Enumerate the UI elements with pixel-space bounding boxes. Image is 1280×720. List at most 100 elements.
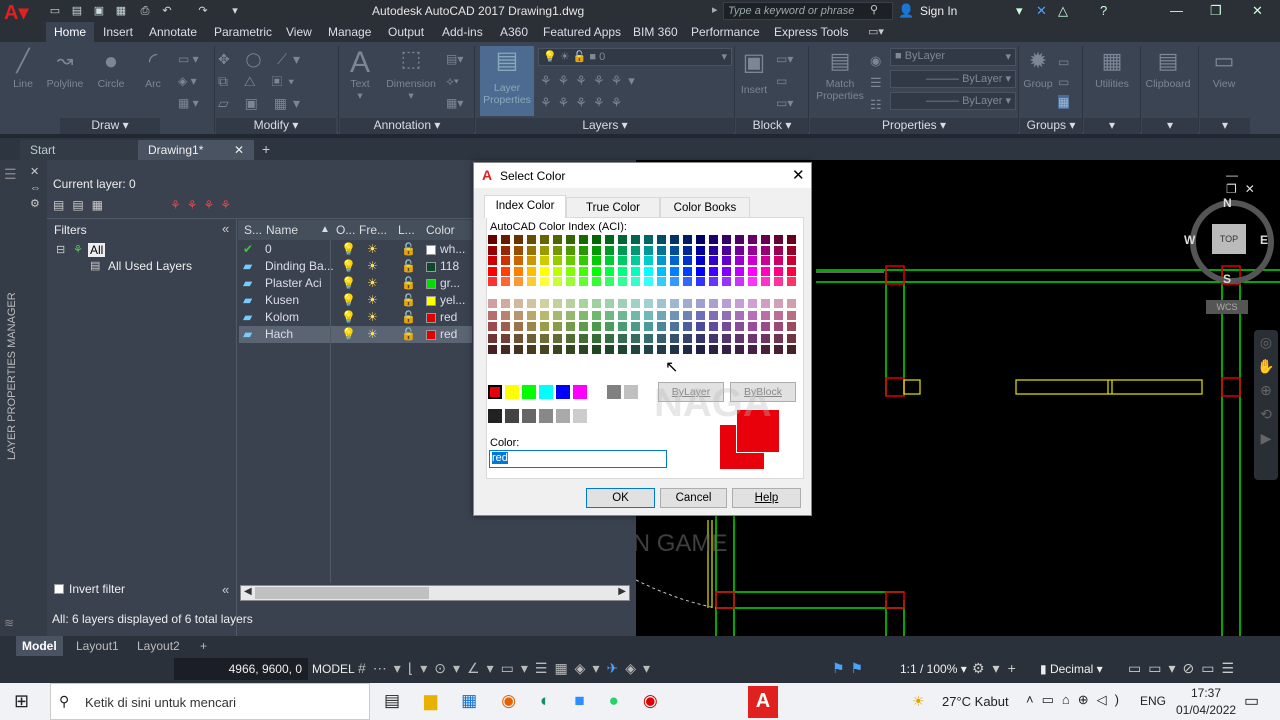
text-button[interactable]: A Text ▾: [340, 46, 380, 102]
aci-color-cell[interactable]: [514, 345, 523, 354]
sign-in-link[interactable]: Sign In: [920, 4, 957, 18]
match-properties-button[interactable]: ▤ Match Properties: [812, 48, 868, 102]
help-icon[interactable]: ?: [1100, 3, 1107, 18]
aci-color-cell[interactable]: [774, 345, 783, 354]
aci-color-cell[interactable]: [722, 299, 731, 308]
on-icon[interactable]: 💡: [341, 309, 356, 326]
tab-index-color[interactable]: Index Color: [484, 195, 566, 218]
viewcube-south[interactable]: S: [1223, 272, 1231, 286]
panel-groups-label[interactable]: Groups ▾: [1020, 118, 1082, 134]
ok-button[interactable]: OK: [586, 488, 655, 508]
tab-view[interactable]: View: [278, 22, 320, 42]
aci-color-cell[interactable]: [566, 345, 575, 354]
aci-color-cell[interactable]: [748, 322, 757, 331]
annotation-scale-icons[interactable]: ⚑⚑: [832, 660, 869, 677]
navigation-bar[interactable]: ◎ ✋ ⊕ ⟲ ▶: [1254, 330, 1278, 480]
palette-menu-icon[interactable]: ☰: [4, 166, 17, 183]
aci-color-cell[interactable]: [592, 333, 601, 343]
tab-featured-apps[interactable]: Featured Apps: [535, 22, 629, 42]
layer-row[interactable]: ▰ Kolom 💡 ☀ 🔓 red: [239, 309, 472, 326]
ribbon-options-icon[interactable]: ▭▾: [868, 25, 884, 38]
aci-color-cell[interactable]: [722, 235, 731, 244]
new-layout-button[interactable]: +: [194, 636, 213, 656]
aci-color-cell[interactable]: [761, 299, 770, 308]
close-icon[interactable]: ✕: [1252, 3, 1263, 19]
panel-view-label[interactable]: ▾: [1200, 118, 1250, 134]
aci-color-cell[interactable]: [657, 310, 666, 320]
taskbar-search[interactable]: ⚲ Ketik di sini untuk mencari: [50, 683, 370, 720]
aci-color-cell[interactable]: [527, 310, 536, 320]
scroll-left-icon[interactable]: ◀: [244, 586, 252, 597]
draw-small-tools[interactable]: ▭ ▾ ◈ ▾ ▦ ▾: [178, 48, 199, 114]
aci-color-cell[interactable]: [774, 245, 783, 255]
language-indicator[interactable]: ENG: [1140, 694, 1166, 708]
color-dropdown[interactable]: ■ ByLayer ▾: [890, 48, 1016, 66]
panel-properties-label[interactable]: Properties ▾: [810, 118, 1018, 134]
aci-color-cell[interactable]: [748, 235, 757, 244]
aci-color-cell[interactable]: [670, 256, 679, 265]
aci-color-cell[interactable]: [761, 245, 770, 255]
aci-color-cell[interactable]: [774, 333, 783, 343]
aci-color-cell[interactable]: [761, 277, 770, 286]
layer-color[interactable]: gr...: [426, 275, 460, 292]
group-small-tools[interactable]: ▭ ▭ ▦: [1058, 52, 1070, 112]
thaw-icon[interactable]: ☀: [367, 309, 378, 326]
aci-color-cell[interactable]: [566, 266, 575, 276]
layer-small-tools[interactable]: ⚘⚘⚘⚘⚘▾ ⚘⚘⚘⚘⚘: [540, 70, 641, 114]
aci-color-cell[interactable]: [605, 299, 614, 308]
autocad-taskbar-icon[interactable]: A: [748, 686, 778, 718]
dimension-button[interactable]: ⬚ Dimension ▾: [380, 46, 442, 102]
aci-color-cell[interactable]: [540, 235, 549, 244]
aci-color-cell[interactable]: [644, 277, 653, 286]
aci-color-cell[interactable]: [644, 299, 653, 308]
panel-annotation-label[interactable]: Annotation ▾: [340, 118, 474, 134]
view-button[interactable]: ▭ View: [1202, 48, 1246, 90]
standard-color-cell[interactable]: [505, 385, 519, 399]
aci-color-cell[interactable]: [631, 299, 640, 308]
aci-color-cell[interactable]: [579, 245, 588, 255]
layer-row[interactable]: ▰ Kusen 💡 ☀ 🔓 yel...: [239, 292, 472, 309]
aci-color-cell[interactable]: [670, 235, 679, 244]
aci-color-cell[interactable]: [735, 299, 744, 308]
tab-layout2[interactable]: Layout2: [131, 636, 186, 656]
aci-color-cell[interactable]: [540, 310, 549, 320]
alert-icon[interactable]: △: [1058, 3, 1068, 19]
aci-color-cell[interactable]: [527, 345, 536, 354]
aci-color-cell[interactable]: [735, 345, 744, 354]
aci-color-cell[interactable]: [618, 322, 627, 331]
gray-color-cell[interactable]: [556, 409, 570, 423]
aci-color-cell[interactable]: [670, 310, 679, 320]
palette-controls[interactable]: ✕ ⇔ ⚙: [30, 164, 41, 212]
on-icon[interactable]: 💡: [341, 258, 356, 275]
aci-color-cell[interactable]: [501, 345, 510, 354]
aci-color-cell[interactable]: [605, 277, 614, 286]
aci-color-cell[interactable]: [644, 266, 653, 276]
aci-color-cell[interactable]: [592, 299, 601, 308]
aci-color-cell[interactable]: [657, 333, 666, 343]
panel-block-label[interactable]: Block ▾: [736, 118, 808, 134]
aci-color-cell[interactable]: [540, 277, 549, 286]
layer-color[interactable]: red: [426, 326, 457, 343]
undo-icon[interactable]: ↶: [160, 4, 174, 18]
gray-color-cell[interactable]: [488, 409, 502, 423]
aci-color-cell[interactable]: [774, 322, 783, 331]
tab-addins[interactable]: Add-ins: [434, 22, 491, 42]
viewcube-west[interactable]: W: [1184, 233, 1195, 247]
customize-icon[interactable]: ▾: [228, 4, 242, 18]
aci-color-cell[interactable]: [683, 333, 692, 343]
tab-insert[interactable]: Insert: [95, 22, 141, 42]
drafting-toggles[interactable]: #⋯▾⌊▾⊙▾∠▾▭▾☰▦◈▾✈◈▾: [358, 660, 657, 677]
standard-color-cell[interactable]: [539, 385, 553, 399]
tab-color-books[interactable]: Color Books: [660, 197, 750, 217]
aci-color-cell[interactable]: [696, 333, 705, 343]
aci-color-cell[interactable]: [709, 345, 718, 354]
insert-block-button[interactable]: ▣ Insert: [736, 48, 772, 96]
aci-color-cell[interactable]: [514, 277, 523, 286]
layer-color[interactable]: 118: [426, 258, 459, 275]
aci-color-cell[interactable]: [683, 256, 692, 265]
aci-color-cell[interactable]: [540, 322, 549, 331]
aci-color-cell[interactable]: [579, 333, 588, 343]
aci-color-cell[interactable]: [735, 322, 744, 331]
thaw-icon[interactable]: ☀: [367, 258, 378, 275]
aci-color-cell[interactable]: [566, 322, 575, 331]
